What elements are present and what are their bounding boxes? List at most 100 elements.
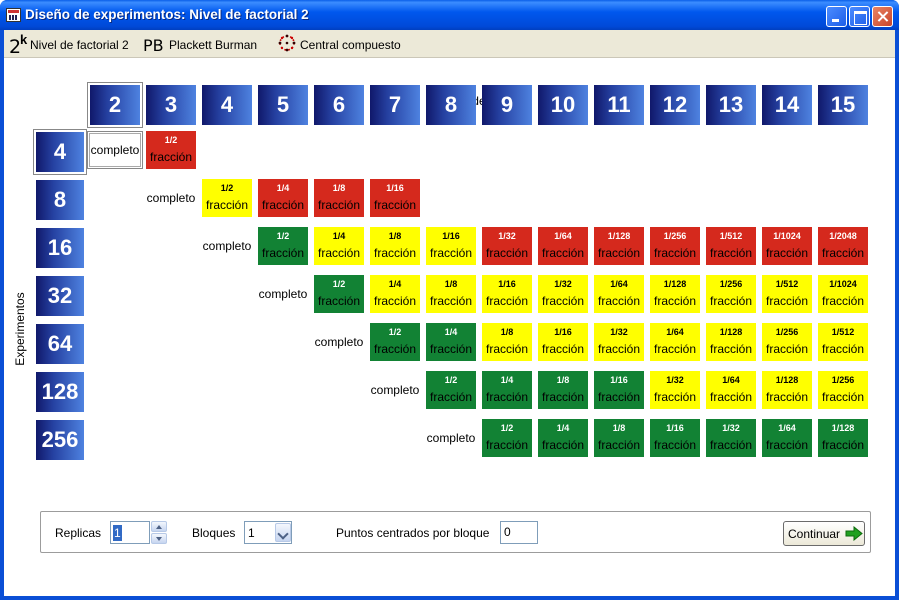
fraction-cell-16-9[interactable]: 1/32 fracción [482, 227, 532, 265]
completo-cell-128[interactable]: completo [367, 371, 423, 409]
fraction-cell-256-9[interactable]: 1/2 fracción [482, 419, 532, 457]
close-button[interactable] [872, 6, 893, 27]
fraction-cell-64-11[interactable]: 1/32 fracción [594, 323, 644, 361]
fraction-cell-32-14[interactable]: 1/512 fracción [762, 275, 812, 313]
factor-column-13[interactable]: 13 [706, 85, 756, 125]
factor-column-10[interactable]: 10 [538, 85, 588, 125]
factor-column-9[interactable]: 9 [482, 85, 532, 125]
chevron-down-icon[interactable] [275, 523, 291, 542]
fraction-cell-8-7[interactable]: 1/16 fracción [370, 179, 420, 217]
fraction-cell-64-12[interactable]: 1/64 fracción [650, 323, 700, 361]
dotted-circle-icon [278, 34, 296, 52]
experiments-row-4[interactable]: 4 [33, 129, 87, 175]
fraction-value: 1/8 [388, 231, 402, 241]
fraction-value: 1/4 [332, 231, 346, 241]
fraction-cell-64-7[interactable]: 1/2 fracción [370, 323, 420, 361]
fraction-cell-128-9[interactable]: 1/4 fracción [482, 371, 532, 409]
fraction-cell-128-13[interactable]: 1/64 fracción [706, 371, 756, 409]
factor-column-3[interactable]: 3 [146, 85, 196, 125]
fraction-cell-256-11[interactable]: 1/8 fracción [594, 419, 644, 457]
fraction-cell-32-11[interactable]: 1/64 fracción [594, 275, 644, 313]
fraction-cell-32-7[interactable]: 1/4 fracción [370, 275, 420, 313]
fraction-cell-32-15[interactable]: 1/1024 fracción [818, 275, 868, 313]
fraction-cell-16-14[interactable]: 1/1024 fracción [762, 227, 812, 265]
fraction-cell-128-10[interactable]: 1/8 fracción [538, 371, 588, 409]
fraction-label: fracción [373, 246, 417, 260]
spinner-up-button[interactable] [151, 521, 167, 532]
fraction-cell-256-13[interactable]: 1/32 fracción [706, 419, 756, 457]
minimize-button[interactable] [826, 6, 847, 27]
blocks-dropdown[interactable]: 1 [244, 521, 292, 544]
experiments-row-16[interactable]: 16 [36, 228, 84, 268]
fraction-cell-64-9[interactable]: 1/8 fracción [482, 323, 532, 361]
center-points-field[interactable]: 0 [500, 521, 538, 544]
fraction-cell-128-14[interactable]: 1/128 fracción [762, 371, 812, 409]
fraction-cell-16-15[interactable]: 1/2048 fracción [818, 227, 868, 265]
fraction-cell-32-10[interactable]: 1/32 fracción [538, 275, 588, 313]
fraction-cell-128-11[interactable]: 1/16 fracción [594, 371, 644, 409]
fraction-cell-32-6[interactable]: 1/2 fracción [314, 275, 364, 313]
fraction-label: fracción [597, 438, 641, 452]
plackett-burman-tool[interactable]: PB Plackett Burman [141, 30, 266, 58]
fraction-cell-16-12[interactable]: 1/256 fracción [650, 227, 700, 265]
maximize-button[interactable] [849, 6, 870, 27]
fraction-cell-16-6[interactable]: 1/4 fracción [314, 227, 364, 265]
fraction-cell-64-13[interactable]: 1/128 fracción [706, 323, 756, 361]
fraction-cell-16-7[interactable]: 1/8 fracción [370, 227, 420, 265]
fraction-cell-32-9[interactable]: 1/16 fracción [482, 275, 532, 313]
factor-column-7[interactable]: 7 [370, 85, 420, 125]
factor-column-2[interactable]: 2 [87, 82, 143, 128]
spinner-down-button[interactable] [151, 533, 167, 544]
fraction-cell-16-8[interactable]: 1/16 fracción [426, 227, 476, 265]
fraction-cell-8-4[interactable]: 1/2 fracción [202, 179, 252, 217]
continue-button[interactable]: Continuar [783, 521, 865, 546]
factorial-2-level-tool[interactable]: 2 k Nivel de factorial 2 [8, 30, 138, 58]
fraction-cell-32-13[interactable]: 1/256 fracción [706, 275, 756, 313]
fraction-cell-32-8[interactable]: 1/8 fracción [426, 275, 476, 313]
fraction-cell-256-12[interactable]: 1/16 fracción [650, 419, 700, 457]
fraction-cell-64-15[interactable]: 1/512 fracción [818, 323, 868, 361]
experiments-row-8[interactable]: 8 [36, 180, 84, 220]
fraction-cell-16-11[interactable]: 1/128 fracción [594, 227, 644, 265]
factor-column-12[interactable]: 12 [650, 85, 700, 125]
experiments-row-256[interactable]: 256 [36, 420, 84, 460]
completo-cell-4[interactable]: completo [87, 131, 143, 169]
fraction-cell-128-15[interactable]: 1/256 fracción [818, 371, 868, 409]
fraction-cell-256-15[interactable]: 1/128 fracción [818, 419, 868, 457]
experiments-row-32[interactable]: 32 [36, 276, 84, 316]
fraction-cell-4-3[interactable]: 1/2 fracción [146, 131, 196, 169]
fraction-value: 1/1024 [773, 231, 801, 241]
factor-column-14[interactable]: 14 [762, 85, 812, 125]
fraction-cell-32-12[interactable]: 1/128 fracción [650, 275, 700, 313]
title-bar[interactable]: Diseño de experimentos: Nivel de factori… [0, 0, 899, 30]
fraction-cell-16-10[interactable]: 1/64 fracción [538, 227, 588, 265]
fraction-cell-64-14[interactable]: 1/256 fracción [762, 323, 812, 361]
completo-cell-8[interactable]: completo [143, 179, 199, 217]
factor-column-6[interactable]: 6 [314, 85, 364, 125]
fraction-cell-64-10[interactable]: 1/16 fracción [538, 323, 588, 361]
fraction-cell-256-10[interactable]: 1/4 fracción [538, 419, 588, 457]
factor-column-4[interactable]: 4 [202, 85, 252, 125]
completo-cell-32[interactable]: completo [255, 275, 311, 313]
fraction-cell-16-5[interactable]: 1/2 fracción [258, 227, 308, 265]
fraction-value: 1/4 [500, 375, 514, 385]
experiments-row-64[interactable]: 64 [36, 324, 84, 364]
fraction-cell-64-8[interactable]: 1/4 fracción [426, 323, 476, 361]
central-composite-tool[interactable]: Central compuesto [276, 30, 416, 58]
completo-cell-64[interactable]: completo [311, 323, 367, 361]
completo-cell-16[interactable]: completo [199, 227, 255, 265]
completo-cell-256[interactable]: completo [423, 419, 479, 457]
fraction-cell-16-13[interactable]: 1/512 fracción [706, 227, 756, 265]
fraction-cell-256-14[interactable]: 1/64 fracción [762, 419, 812, 457]
fraction-cell-8-6[interactable]: 1/8 fracción [314, 179, 364, 217]
app-icon[interactable] [6, 8, 21, 22]
factor-column-5[interactable]: 5 [258, 85, 308, 125]
factor-column-8[interactable]: 8 [426, 85, 476, 125]
factor-column-15[interactable]: 15 [818, 85, 868, 125]
fraction-cell-128-8[interactable]: 1/2 fracción [426, 371, 476, 409]
factor-column-11[interactable]: 11 [594, 85, 644, 125]
fraction-cell-8-5[interactable]: 1/4 fracción [258, 179, 308, 217]
fraction-value: 1/8 [332, 183, 346, 193]
fraction-cell-128-12[interactable]: 1/32 fracción [650, 371, 700, 409]
experiments-row-128[interactable]: 128 [36, 372, 84, 412]
